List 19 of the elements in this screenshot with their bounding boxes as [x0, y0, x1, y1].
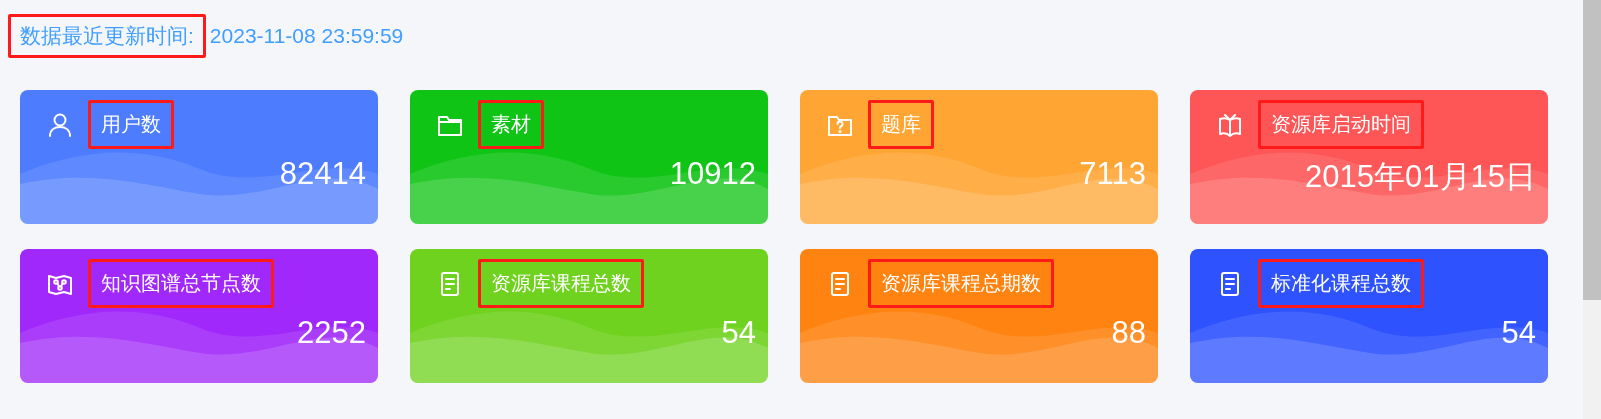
- scrollbar[interactable]: [1583, 0, 1601, 419]
- card-value: 54: [1501, 315, 1536, 351]
- update-time-value: 2023-11-08 23:59:59: [209, 24, 404, 48]
- card-value: 2252: [297, 315, 366, 351]
- card-label: 资源库启动时间: [1258, 100, 1424, 149]
- card-value: 82414: [279, 156, 366, 192]
- update-time-label: 数据最近更新时间:: [8, 14, 206, 58]
- card-value: 10912: [669, 156, 756, 192]
- card-label: 标准化课程总数: [1258, 259, 1424, 308]
- card-value: 88: [1111, 315, 1146, 351]
- card-value: 7113: [1079, 156, 1146, 192]
- card-label: 资源库课程总数: [478, 259, 644, 308]
- card-label: 素材: [478, 100, 544, 149]
- card-label: 用户数: [88, 100, 174, 149]
- card-label: 题库: [868, 100, 934, 149]
- card-value: 54: [721, 315, 756, 351]
- card-label: 资源库课程总期数: [868, 259, 1054, 308]
- card-label: 知识图谱总节点数: [88, 259, 274, 308]
- card-value: 2015年01月15日: [1305, 158, 1536, 196]
